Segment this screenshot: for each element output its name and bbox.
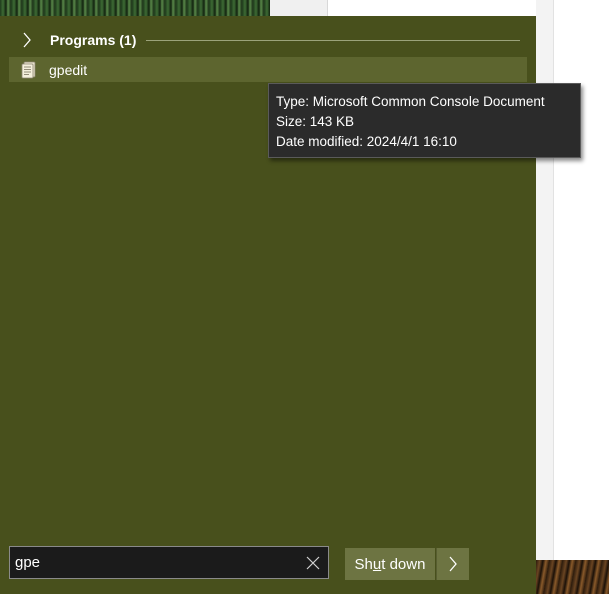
shutdown-label-accel: u (372, 555, 382, 573)
shutdown-label-pre: Sh (354, 555, 373, 573)
console-document-icon (19, 60, 39, 80)
search-result-gpedit[interactable]: gpedit (9, 57, 527, 82)
result-tooltip: Type: Microsoft Common Console Document … (268, 83, 581, 158)
search-box[interactable] (9, 546, 329, 579)
programs-group-title: Programs (1) (50, 32, 137, 48)
power-controls: Sh u t down (345, 548, 469, 580)
background-window-toolbar (270, 0, 328, 16)
shutdown-label-post: t down (381, 555, 426, 573)
screen: Programs (1) gpedit Type: Microsoft Comm… (0, 0, 609, 594)
search-input[interactable] (10, 547, 298, 578)
clear-search-icon[interactable] (298, 547, 328, 578)
chevron-right-icon (20, 30, 34, 50)
result-label: gpedit (49, 61, 88, 78)
tooltip-type: Type: Microsoft Common Console Document (276, 94, 545, 109)
group-divider (146, 39, 520, 41)
tooltip-date-modified: Date modified: 2024/4/1 16:10 (276, 134, 457, 149)
desktop-wallpaper-bottom (536, 560, 609, 594)
chevron-right-icon (449, 556, 457, 572)
power-options-button[interactable] (436, 548, 469, 580)
desktop-wallpaper (0, 0, 270, 16)
programs-group-header[interactable]: Programs (1) (20, 30, 520, 50)
tooltip-size: Size: 143 KB (276, 114, 355, 129)
shutdown-button[interactable]: Sh u t down (345, 548, 435, 580)
